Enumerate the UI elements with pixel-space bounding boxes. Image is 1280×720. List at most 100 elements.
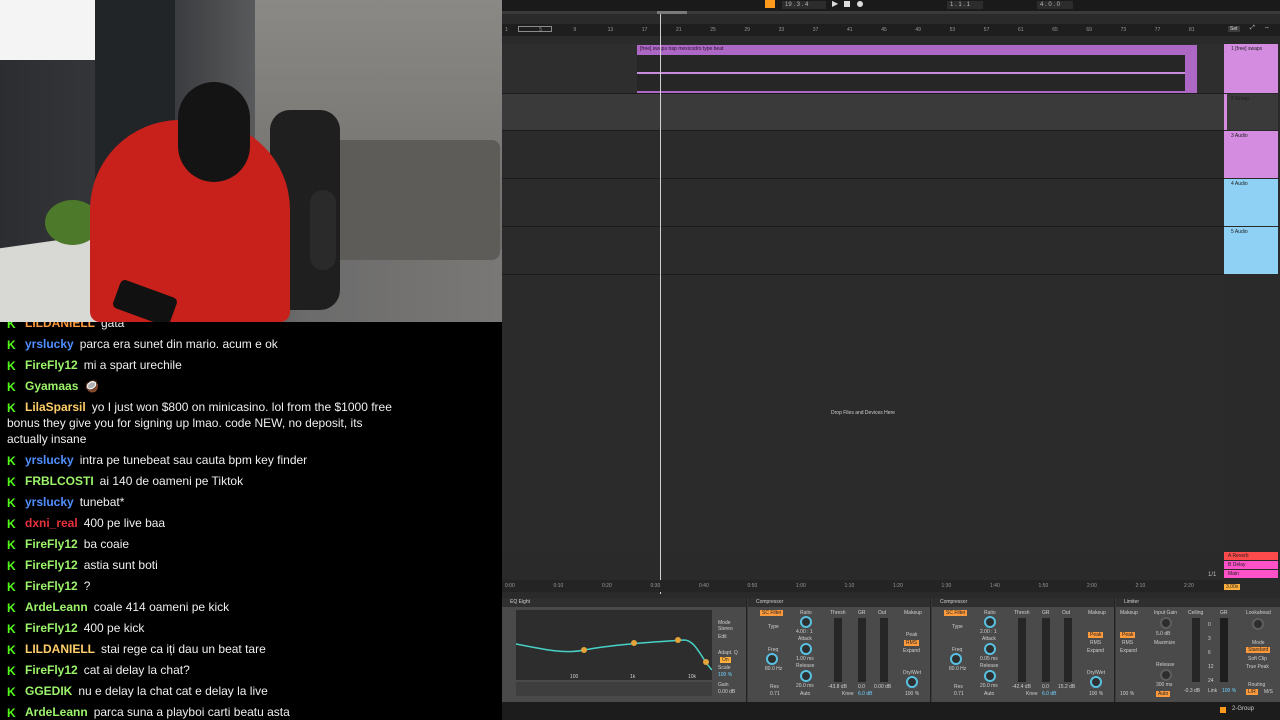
comp1-out-meter[interactable] [880,618,888,682]
limiter-input-gain-knob[interactable] [1160,617,1172,629]
comp2-title[interactable]: Compressor [932,598,1114,607]
eq-mode-value[interactable]: Stereo [718,626,733,632]
loop-start-display[interactable]: 1 . 1 . 1 [947,1,983,9]
track-header[interactable]: 1 [free] swaps [1224,44,1278,93]
audio-clip[interactable]: [free] swaps trap mexicodro type beat [637,45,1197,93]
comp2-peak-label[interactable]: Peak [1088,632,1104,638]
chat-username[interactable]: FireFly12 [25,358,78,372]
chat-username[interactable]: yrslucky [25,337,74,351]
limiter-rms-label[interactable]: RMS [1122,640,1133,646]
playhead[interactable] [660,14,661,594]
zoom-indicator[interactable]: 3.00x [1224,584,1241,590]
limiter-lookahead-knob[interactable] [1252,618,1264,630]
chat-username[interactable]: LILDANIELL [25,322,95,330]
return-track-header[interactable]: B Delay [1224,561,1278,569]
beat-ruler[interactable]: 1 5 9 13 17 21 25 29 33 37 41 45 49 53 57 61 65 69 73 77 81 [502,24,1224,36]
chat-username[interactable]: FRBLCOSTI [25,474,94,488]
limiter-expand-label[interactable]: Expand [1120,648,1137,654]
comp1-release-knob[interactable] [800,670,812,682]
track-header[interactable]: 4 Audio [1224,179,1278,226]
track-lane-5[interactable] [502,227,1224,275]
limiter-truepeak-label[interactable]: True Peak [1246,664,1269,670]
comp2-release-knob[interactable] [984,670,996,682]
limiter-release-knob[interactable] [1160,669,1172,681]
overview-window[interactable] [657,11,687,14]
limiter-mode-value[interactable]: Standard [1246,647,1271,653]
comp1-expand-label[interactable]: Expand [903,648,920,654]
comp1-freq-knob[interactable] [766,653,778,665]
eq-curve-display[interactable] [516,610,712,680]
comp1-res-value[interactable]: 0.71 [770,691,780,697]
set-button[interactable]: Set [1228,26,1240,32]
limiter-link-value[interactable]: 100 % [1222,688,1236,694]
eq-scale-value[interactable]: 100 % [718,672,732,678]
track-header[interactable]: 5 Audio [1224,227,1278,274]
comp1-sc-filter[interactable]: SC Filter [760,610,784,616]
chat-username[interactable]: LilaSparsil [25,400,86,414]
limiter-auto-label[interactable]: Auto [1156,691,1171,697]
chat-username[interactable]: FireFly12 [25,558,78,572]
arrangement-record-button[interactable] [765,0,775,8]
comp1-drywet-knob[interactable] [906,676,918,688]
comp2-freq-knob[interactable] [950,653,962,665]
eq-adapt-value[interactable]: On [720,657,731,663]
comp2-out-meter[interactable] [1064,618,1072,682]
chat-username[interactable]: ArdeLeann [25,600,88,614]
comp1-title[interactable]: Compressor [748,598,930,607]
eq-gain-value[interactable]: 0.00 dB [718,689,735,695]
follow-icon[interactable]: ⤢ [1250,25,1255,32]
overview-strip[interactable] [502,11,1280,14]
return-track-header[interactable]: Main [1224,570,1278,578]
comp1-attack-knob[interactable] [800,643,812,655]
arrangement-view[interactable]: Drop Files and Devices Here [502,44,1224,550]
status-group-label[interactable]: 2-Group [1232,706,1254,712]
comp1-rms-label[interactable]: RMS [904,640,920,646]
track-header[interactable]: 2 Group [1224,94,1278,130]
expand-icon[interactable]: ⇔ [1264,25,1270,31]
eq-band-buttons[interactable] [516,682,712,696]
chat-username[interactable]: FireFly12 [25,663,78,677]
limiter-peak-label[interactable]: Peak [1120,632,1136,638]
limiter-maximize-label[interactable]: Maximize [1154,640,1175,646]
comp2-thresh-meter[interactable] [1018,618,1026,682]
track-lane-2[interactable] [502,94,1224,131]
chat-username[interactable]: yrslucky [25,495,74,509]
comp2-drywet-knob[interactable] [1090,676,1102,688]
comp2-ratio-knob[interactable] [984,616,996,628]
chat-username[interactable]: LILDANIELL [25,642,95,656]
comp1-knee-value[interactable]: 6.0 dB [858,691,872,697]
limiter-routing-value[interactable]: L/R [1246,689,1258,695]
record-button[interactable] [857,1,863,7]
play-button[interactable]: ▶ [832,0,838,8]
comp1-auto-label[interactable]: Auto [800,691,810,697]
limiter-ms-label[interactable]: M/S [1264,689,1273,695]
comp1-ratio-knob[interactable] [800,616,812,628]
comp2-sc-filter[interactable]: SC Filter [944,610,968,616]
eq-edit-label[interactable]: Edit [718,634,727,640]
comp2-res-value[interactable]: 0.71 [954,691,964,697]
comp2-expand-label[interactable]: Expand [1087,648,1104,654]
track-lane-4[interactable] [502,179,1224,227]
loop-length-display[interactable]: 4 . 0 . 0 [1037,1,1073,9]
song-position-display[interactable]: 19 . 3 . 4 [782,1,826,9]
time-ruler[interactable]: 0:00 0:10 0:20 0:30 0:40 0:50 1:00 1:10 1:20 1:30… [502,580,1224,592]
chat-username[interactable]: FireFly12 [25,621,78,635]
comp2-rms-label[interactable]: RMS [1090,640,1101,646]
comp2-knee-value[interactable]: 6.0 dB [1042,691,1056,697]
limiter-title[interactable]: Limiter [1116,598,1280,607]
track-header[interactable]: 3 Audio [1224,131,1278,178]
stop-button[interactable] [844,1,850,7]
comp1-peak-label[interactable]: Peak [906,632,917,638]
chat-username[interactable]: dxni_real [25,516,78,530]
eq-title[interactable]: EQ Eight [502,598,746,607]
chat-username[interactable]: ArdeLeann [25,705,88,719]
chat-username[interactable]: FireFly12 [25,537,78,551]
comp1-thresh-meter[interactable] [834,618,842,682]
comp2-auto-label[interactable]: Auto [984,691,994,697]
limiter-ceiling-meter[interactable] [1192,618,1200,682]
chat-username[interactable]: yrslucky [25,453,74,467]
track-lane-3[interactable] [502,131,1224,179]
chat-username[interactable]: FireFly12 [25,579,78,593]
limiter-softclip-label[interactable]: Soft Clip [1248,656,1267,662]
comp2-attack-knob[interactable] [984,643,996,655]
